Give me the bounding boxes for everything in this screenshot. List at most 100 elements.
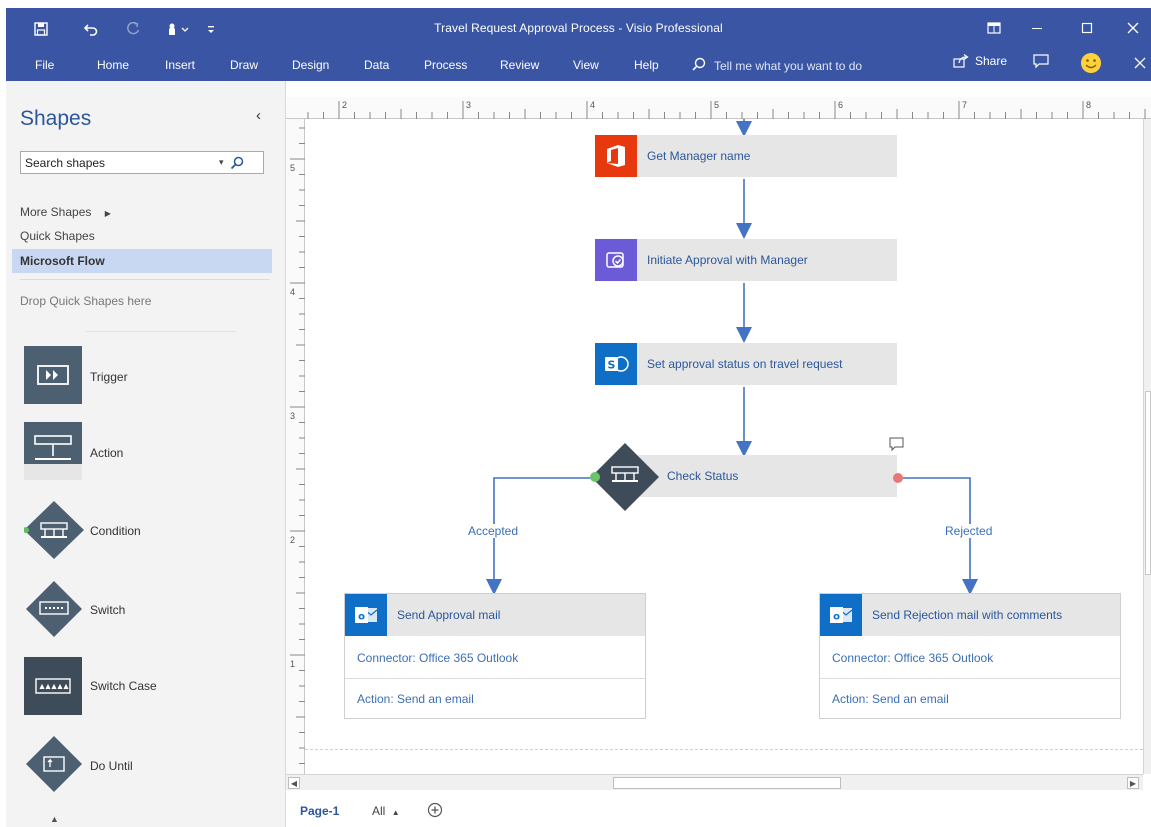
shapes-pane: Shapes ‹ ▾ More Shapes ▶ Quick Shapes Mi… xyxy=(6,81,286,827)
tab-home[interactable]: Home xyxy=(97,58,129,72)
stencil-label: Switch Case xyxy=(90,679,157,693)
stencil-do-until[interactable]: Do Until xyxy=(22,733,282,795)
ruler-label: 8 xyxy=(1086,100,1091,110)
step-title: Initiate Approval with Manager xyxy=(647,253,808,267)
page-boundary xyxy=(305,749,1143,750)
condition-diamond-icon xyxy=(590,443,659,511)
scroll-right-icon[interactable]: ▶ xyxy=(1127,777,1139,789)
outlook-icon: o xyxy=(345,594,387,636)
comment-icon[interactable] xyxy=(889,437,905,453)
tab-file[interactable]: File xyxy=(35,58,54,72)
flow-card-send-rejection[interactable]: o Send Rejection mail with comments Conn… xyxy=(819,593,1121,719)
stencil-switch[interactable]: Switch xyxy=(22,578,282,640)
stencil-condition[interactable]: Condition xyxy=(22,499,282,561)
minimize-icon[interactable] xyxy=(1010,16,1064,40)
ruler-label: 3 xyxy=(290,411,295,421)
tell-me-text: Tell me what you want to do xyxy=(714,58,863,73)
stencil-microsoft-flow-label: Microsoft Flow xyxy=(20,254,105,268)
card-action: Action: Send an email xyxy=(832,692,949,706)
ruler-label: 5 xyxy=(290,163,295,173)
ruler-label: 2 xyxy=(290,535,295,545)
quick-shapes-item[interactable]: Quick Shapes xyxy=(20,229,95,243)
collapse-pane-icon[interactable]: ‹ xyxy=(256,107,261,124)
edge-label-rejected: Rejected xyxy=(943,524,995,538)
do-until-shape-icon xyxy=(24,733,84,798)
approvals-icon xyxy=(595,239,637,281)
drop-hint: Drop Quick Shapes here xyxy=(20,294,152,308)
caret-up-icon: ▲ xyxy=(391,808,400,817)
scroll-left-icon[interactable]: ◀ xyxy=(288,777,300,789)
ribbon-display-icon[interactable] xyxy=(978,16,1010,40)
share-icon xyxy=(953,54,969,68)
scroll-thumb[interactable] xyxy=(613,777,841,789)
pane-divider xyxy=(86,331,236,332)
stencil-switch-case[interactable]: Switch Case xyxy=(22,657,282,719)
office365-icon xyxy=(595,135,637,177)
pane-scroll-down-icon[interactable]: ▲ xyxy=(50,814,59,824)
svg-text:S: S xyxy=(608,359,616,372)
search-shapes-box[interactable]: ▾ xyxy=(20,151,264,174)
svg-text:o: o xyxy=(833,612,840,623)
pane-title: Shapes xyxy=(20,107,92,130)
tell-me-box[interactable]: Tell me what you want to do xyxy=(692,57,862,74)
card-title: Send Approval mail xyxy=(397,608,501,622)
horizontal-ruler: 2 3 4 5 6 7 8 xyxy=(286,97,1151,119)
page-tab-current[interactable]: Page-1 xyxy=(300,804,339,818)
card-connector: Connector: Office 365 Outlook xyxy=(832,651,994,665)
all-pages-menu[interactable]: All ▲ xyxy=(372,804,400,818)
tab-review[interactable]: Review xyxy=(500,58,539,72)
flow-step-get-manager[interactable]: Get Manager name xyxy=(595,135,897,177)
step-title: Get Manager name xyxy=(647,149,751,163)
drawing-canvas[interactable]: Get Manager name Initiate Approval with … xyxy=(305,119,1143,774)
window-controls xyxy=(978,16,1151,40)
search-icon[interactable] xyxy=(230,156,244,170)
tab-insert[interactable]: Insert xyxy=(165,58,195,72)
edge-label-accepted: Accepted xyxy=(466,524,521,538)
condition-title: Check Status xyxy=(667,469,739,483)
search-input[interactable] xyxy=(21,155,219,170)
tab-view[interactable]: View xyxy=(573,58,599,72)
stencil-label: Trigger xyxy=(90,370,128,384)
flow-step-initiate-approval[interactable]: Initiate Approval with Manager xyxy=(595,239,897,281)
ribbon-close-icon[interactable] xyxy=(1134,57,1146,69)
action-shape-icon xyxy=(24,422,82,483)
stencil-trigger[interactable]: Trigger xyxy=(22,346,282,408)
ruler-label: 4 xyxy=(290,287,295,297)
tab-data[interactable]: Data xyxy=(364,58,389,72)
card-header: o Send Rejection mail with comments xyxy=(820,594,1120,636)
ruler-label: 2 xyxy=(342,100,347,110)
stencil-label: Switch xyxy=(90,603,126,617)
close-icon[interactable] xyxy=(1110,16,1151,40)
ruler-label: 4 xyxy=(590,100,595,110)
comment-icon[interactable] xyxy=(1033,54,1049,69)
vertical-scrollbar[interactable] xyxy=(1143,119,1151,774)
trigger-shape-icon xyxy=(24,346,82,407)
ruler-label: 1 xyxy=(290,659,295,669)
vertical-ruler: 5 4 3 2 1 xyxy=(286,119,305,774)
all-pages-label: All xyxy=(372,804,386,818)
share-button[interactable]: Share xyxy=(953,54,1007,68)
switch-shape-icon xyxy=(24,578,84,643)
ruler-label: 5 xyxy=(714,100,719,110)
search-dropdown-icon[interactable]: ▾ xyxy=(219,157,224,168)
flow-card-send-approval[interactable]: o Send Approval mail Connector: Office 3… xyxy=(344,593,646,719)
maximize-icon[interactable] xyxy=(1064,16,1110,40)
tab-process[interactable]: Process xyxy=(424,58,467,72)
horizontal-scrollbar[interactable]: ◀ ▶ xyxy=(286,774,1143,790)
stencil-action[interactable]: Action xyxy=(22,422,282,484)
stencil-label: Action xyxy=(90,446,124,460)
flow-step-set-status[interactable]: S Set approval status on travel request xyxy=(595,343,897,385)
sharepoint-icon: S xyxy=(595,343,637,385)
add-page-icon[interactable] xyxy=(427,802,443,821)
scroll-thumb[interactable] xyxy=(1145,391,1151,575)
switch-case-shape-icon xyxy=(24,657,82,718)
smiley-icon[interactable] xyxy=(1080,52,1102,74)
outlook-icon: o xyxy=(820,594,862,636)
title-bar: Travel Request Approval Process - Visio … xyxy=(6,8,1151,49)
tab-design[interactable]: Design xyxy=(292,58,329,72)
tab-help[interactable]: Help xyxy=(634,58,659,72)
tab-draw[interactable]: Draw xyxy=(230,58,258,72)
card-divider xyxy=(345,678,645,679)
more-shapes-menu[interactable]: More Shapes ▶ xyxy=(20,205,111,219)
page-tabs-bar: Page-1 All ▲ xyxy=(286,790,1151,827)
